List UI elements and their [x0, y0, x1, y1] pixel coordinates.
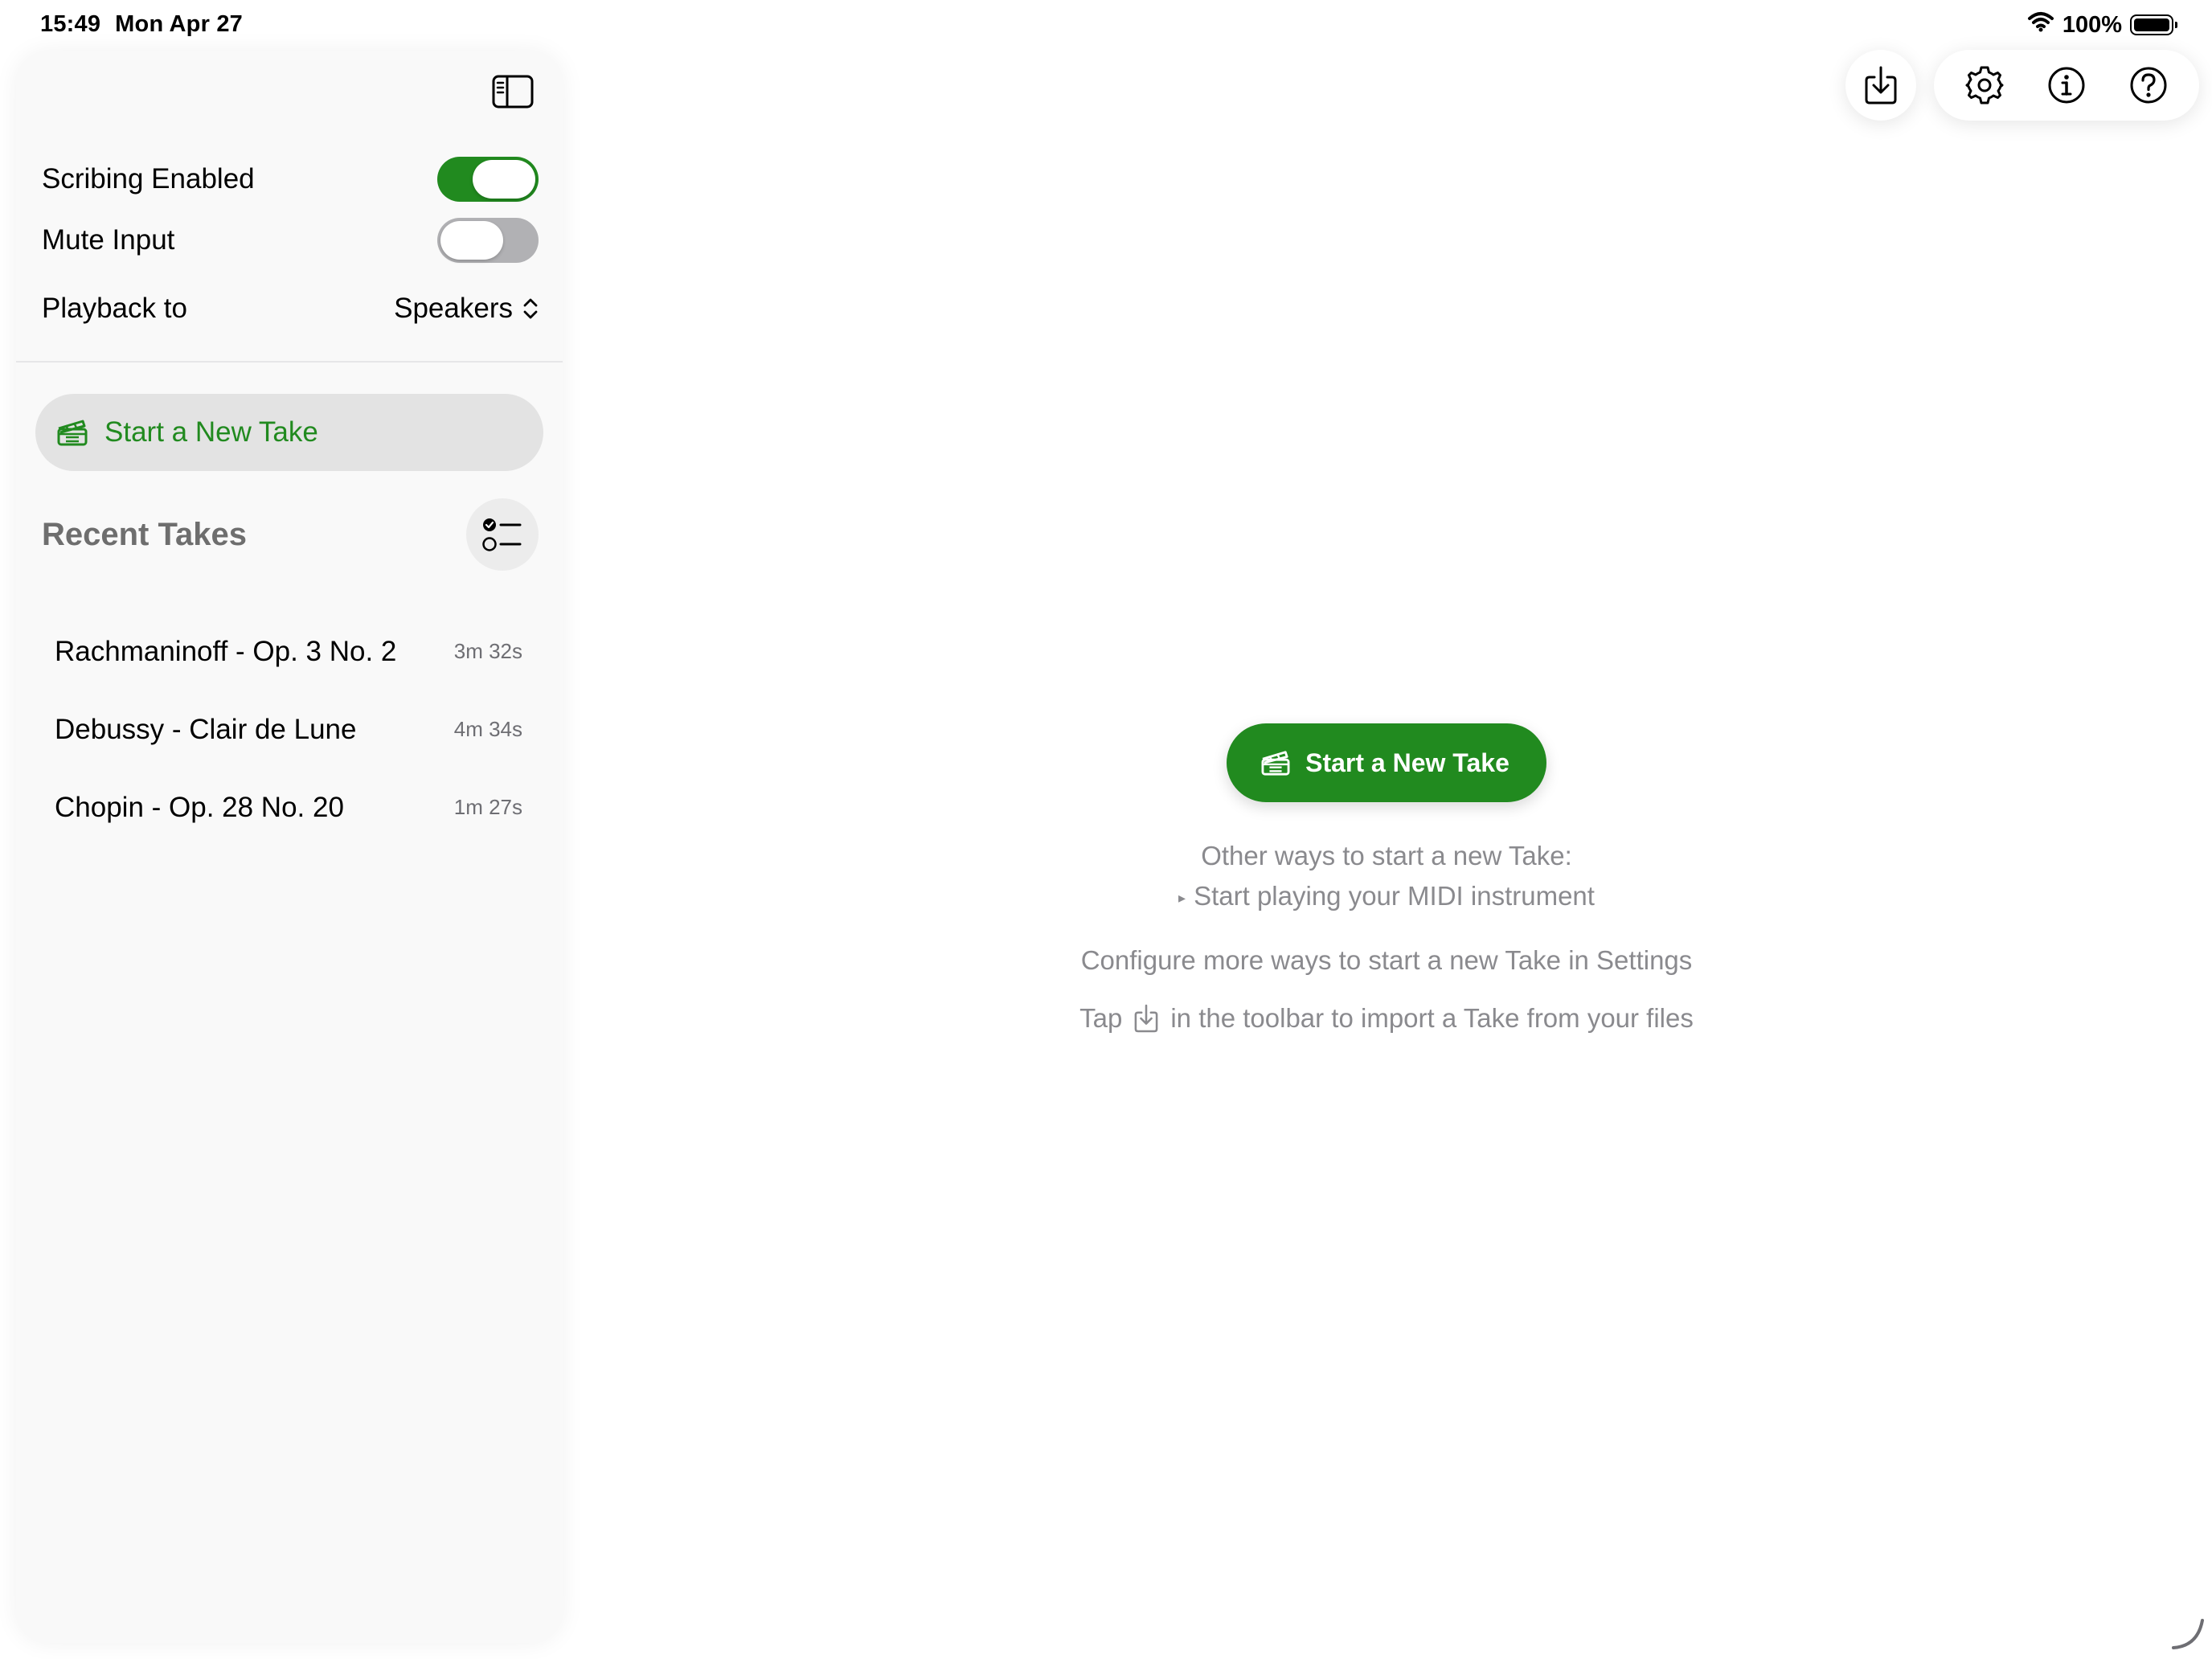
sidebar-divider: [16, 361, 563, 363]
take-duration: 3m 32s: [453, 639, 522, 663]
playback-label: Playback to: [42, 293, 187, 324]
take-title: Rachmaninoff - Op. 3 No. 2: [55, 635, 397, 667]
import-hint: Tap in the toolbar to import a Take from…: [965, 1003, 1809, 1034]
playback-row: Playback to Speakers: [42, 293, 539, 325]
playback-picker[interactable]: Speakers: [394, 293, 539, 325]
clapperboard-icon: [57, 420, 88, 446]
take-item[interactable]: Rachmaninoff - Op. 3 No. 2 3m 32s: [16, 612, 563, 690]
wifi-icon: [2027, 11, 2054, 39]
status-bar-right: 100%: [2027, 11, 2177, 39]
triangle-bullet-icon: ▸: [1178, 890, 1186, 907]
take-item[interactable]: Debussy - Clair de Lune 4m 34s: [16, 690, 563, 768]
settings-button[interactable]: [1952, 53, 2017, 117]
status-date: Mon Apr 27: [115, 11, 243, 37]
take-duration: 4m 34s: [453, 717, 522, 741]
sidebar: Scribing Enabled Mute Input Playback to …: [16, 51, 563, 1643]
playback-value: Speakers: [394, 293, 513, 324]
sidebar-new-take-button[interactable]: Start a New Take: [35, 394, 543, 471]
toolbar-group: [1934, 50, 2199, 121]
midi-hint-line: ▸ Start playing your MIDI instrument: [965, 876, 1809, 918]
gear-icon: [1965, 66, 2004, 104]
mute-row: Mute Input: [42, 218, 539, 263]
recent-takes-title: Recent Takes: [42, 516, 247, 552]
take-title: Debussy - Clair de Lune: [55, 713, 357, 745]
chevron-up-down-icon: [523, 298, 538, 319]
take-title: Chopin - Op. 28 No. 20: [55, 791, 344, 823]
midi-hint: Start playing your MIDI instrument: [1194, 881, 1595, 911]
main-new-take-label: Start a New Take: [1305, 748, 1509, 777]
battery-icon: [2130, 14, 2177, 35]
import-button[interactable]: [1845, 50, 1916, 121]
tap-prefix: Tap: [1079, 1003, 1123, 1034]
battery-percentage: 100%: [2062, 11, 2122, 38]
other-ways-heading: Other ways to start a new Take:: [1201, 841, 1572, 870]
empty-state: Start a New Take Other ways to start a n…: [965, 723, 1809, 1034]
mute-label: Mute Input: [42, 224, 175, 256]
info-button[interactable]: [2034, 53, 2099, 117]
configure-hint: Configure more ways to start a new Take …: [1080, 945, 1693, 976]
checklist-icon: [482, 518, 522, 551]
clapperboard-icon: [1261, 751, 1290, 776]
other-ways-block: Other ways to start a new Take: ▸ Start p…: [965, 836, 1809, 918]
mute-toggle[interactable]: [437, 218, 539, 263]
help-button[interactable]: [2116, 53, 2181, 117]
status-time: 15:49: [40, 11, 101, 37]
sidebar-icon: [492, 75, 534, 109]
sidebar-toggle-button[interactable]: [490, 69, 535, 114]
take-duration: 1m 27s: [453, 795, 522, 819]
main-new-take-button[interactable]: Start a New Take: [1227, 723, 1546, 802]
recent-takes-header: Recent Takes: [42, 498, 539, 571]
import-icon: [1134, 1005, 1158, 1033]
sidebar-new-take-label: Start a New Take: [104, 416, 318, 448]
resize-handle-icon[interactable]: [2170, 1616, 2206, 1651]
scribing-row: Scribing Enabled: [42, 157, 539, 202]
question-mark-icon: [2130, 67, 2167, 104]
recent-takes-list: Rachmaninoff - Op. 3 No. 2 3m 32s Debuss…: [16, 612, 563, 846]
scribing-label: Scribing Enabled: [42, 163, 255, 195]
tap-suffix: in the toolbar to import a Take from you…: [1170, 1003, 1694, 1034]
status-bar-left: 15:49 Mon Apr 27: [40, 11, 243, 38]
import-icon: [1865, 66, 1897, 104]
info-icon: [2048, 67, 2085, 104]
scribing-toggle[interactable]: [437, 157, 539, 202]
select-takes-button[interactable]: [466, 498, 539, 571]
take-item[interactable]: Chopin - Op. 28 No. 20 1m 27s: [16, 768, 563, 846]
